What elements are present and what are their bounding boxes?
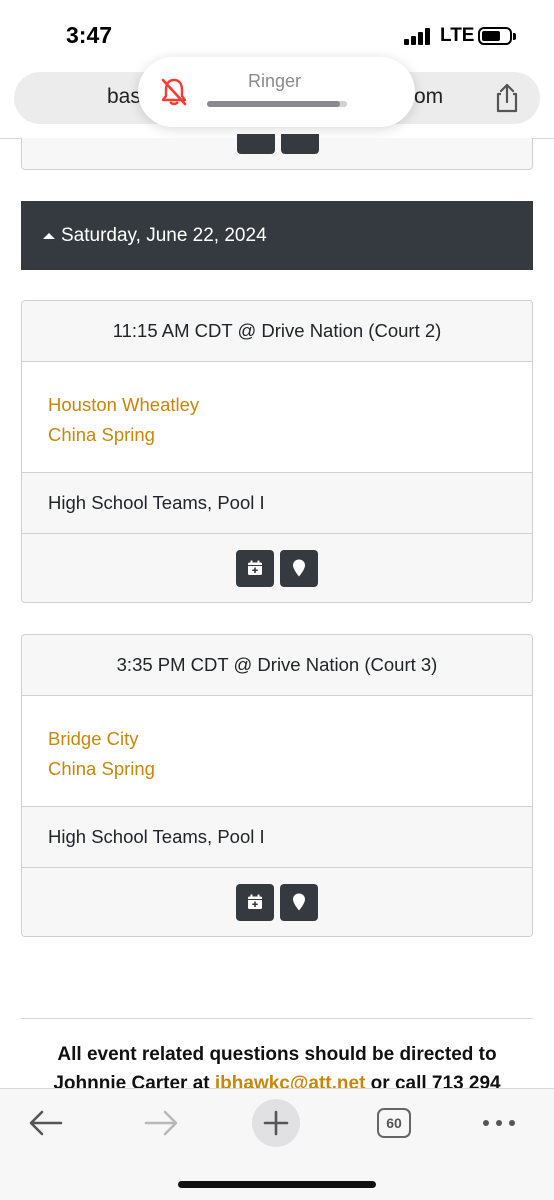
team-link[interactable]: Houston Wheatley [48,390,506,420]
add-to-calendar-button[interactable] [236,549,274,587]
team-link[interactable]: Bridge City [48,724,506,754]
share-icon[interactable] [492,82,522,114]
map-pin-icon [293,893,305,911]
ringer-overlay: Ringer [138,57,415,127]
previous-game-card [21,134,533,170]
signal-icon [404,27,434,45]
ringer-volume-slider [207,101,347,107]
forward-button[interactable] [141,1103,181,1143]
home-indicator [178,1181,376,1188]
add-to-calendar-button[interactable] [236,883,274,921]
arrow-left-icon [29,1110,63,1136]
add-to-calendar-button[interactable] [237,134,275,154]
game-time-location: 3:35 PM CDT @ Drive Nation (Court 3) [22,635,532,696]
back-button[interactable] [26,1103,66,1143]
map-location-button[interactable] [281,134,319,154]
status-time: 3:47 [66,22,113,48]
team-link[interactable]: China Spring [48,754,506,784]
map-location-button[interactable] [280,883,318,921]
date-label: Saturday, June 22, 2024 [61,224,267,246]
game-actions [22,868,532,936]
game-actions [22,534,532,602]
tab-count: 60 [377,1108,411,1138]
date-header[interactable]: Saturday, June 22, 2024 [21,201,533,270]
url-text-start: bas [107,85,141,108]
game-pool: High School Teams, Pool I [22,807,532,868]
game-pool: High School Teams, Pool I [22,473,532,534]
tabs-button[interactable]: 60 [374,1103,414,1143]
footer-line-1: All event related questions should be di… [57,1044,497,1065]
map-location-button[interactable] [280,549,318,587]
game-card: 3:35 PM CDT @ Drive Nation (Court 3) Bri… [21,634,533,937]
plus-icon [263,1110,289,1136]
more-menu-button[interactable] [480,1103,518,1143]
calendar-plus-icon [248,894,262,909]
game-teams: Houston Wheatley China Spring [22,362,532,473]
more-dots-icon [483,1120,515,1126]
ringer-label: Ringer [248,71,302,91]
battery-icon [478,27,516,45]
arrow-right-icon [144,1110,178,1136]
game-time-location: 11:15 AM CDT @ Drive Nation (Court 2) [22,301,532,362]
footer-divider [21,1018,533,1019]
url-text-end: om [414,85,444,108]
ringer-volume-level [207,101,340,107]
calendar-plus-icon [248,560,262,575]
caret-up-icon [43,232,55,239]
network-label: LTE [440,25,475,46]
bell-muted-icon [161,78,187,106]
team-link[interactable]: China Spring [48,420,506,450]
map-pin-icon [293,559,305,577]
game-card: 11:15 AM CDT @ Drive Nation (Court 2) Ho… [21,300,533,603]
game-teams: Bridge City China Spring [22,696,532,807]
new-tab-button[interactable] [252,1099,300,1147]
